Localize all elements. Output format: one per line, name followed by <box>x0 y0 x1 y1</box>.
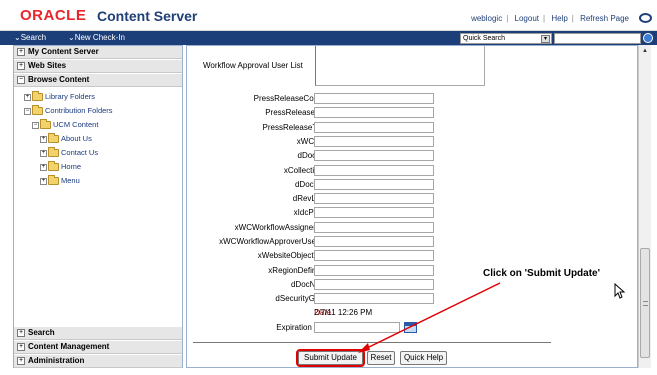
tree-item-ucm-content[interactable]: − UCM Content <box>32 119 98 130</box>
folder-icon <box>32 91 43 102</box>
scroll-thumb[interactable] <box>640 248 650 358</box>
tree-item-library-folders[interactable]: + Library Folders <box>24 91 95 102</box>
toolbar: ⌄Search ⌄New Check-In Quick Search ▾ <box>0 31 657 45</box>
divider <box>193 342 551 343</box>
expand-icon: + <box>17 343 25 351</box>
scrollbar[interactable]: ▲ <box>638 45 651 368</box>
help-link[interactable]: Help <box>551 14 567 23</box>
oracle-logo: ORACLE <box>20 7 87 24</box>
tree-item-contribution-folders[interactable]: − Contribution Folders <box>24 105 113 116</box>
folder-icon <box>48 161 59 172</box>
field-input[interactable] <box>314 193 434 204</box>
collapse-icon: − <box>24 107 31 115</box>
mouse-cursor-icon <box>614 283 626 299</box>
field-input[interactable] <box>314 207 434 218</box>
grip-icon <box>643 301 648 306</box>
expand-icon: + <box>17 357 25 365</box>
app-header: ORACLE Content Server weblogic | Logout | … <box>0 0 657 31</box>
top-nav: weblogic | Logout | Help | Refresh Page <box>471 14 629 23</box>
folder-icon <box>40 119 51 130</box>
search-menu[interactable]: ⌄Search <box>14 33 46 42</box>
collapse-icon: − <box>32 121 39 129</box>
workflow-approval-label: Workflow Approval User List <box>203 61 303 70</box>
sidebar-section-my-content-server[interactable]: + My Content Server <box>14 46 182 59</box>
field-input[interactable] <box>314 150 434 161</box>
new-checkin-menu[interactable]: ⌄New Check-In <box>68 33 125 42</box>
sidebar-section-browse-content[interactable]: − Browse Content <box>14 74 182 87</box>
sidebar-section-administration[interactable]: + Administration <box>14 355 182 368</box>
quick-help-button[interactable]: Quick Help <box>400 351 447 365</box>
tree-item-contact-us[interactable]: + Contact Us <box>40 147 98 158</box>
field-input[interactable] <box>314 122 434 133</box>
quick-search-input[interactable] <box>554 33 641 44</box>
collapse-icon: − <box>17 76 25 84</box>
submit-update-button[interactable]: Submit Update <box>296 349 365 367</box>
date-value: 2/7/11 12:26 PM <box>314 308 373 317</box>
expiration-date-input[interactable] <box>314 322 400 333</box>
field-input[interactable] <box>314 279 434 290</box>
sidebar-section-web-sites[interactable]: + Web Sites <box>14 60 182 73</box>
quick-search-select[interactable]: Quick Search ▾ <box>460 33 552 44</box>
folder-icon <box>48 133 59 144</box>
chevron-down-icon[interactable]: ▾ <box>541 35 550 43</box>
folder-icon <box>32 105 43 116</box>
main-pane: Workflow Approval User List PressRelease… <box>186 45 638 368</box>
logout-link[interactable]: Logout <box>515 14 539 23</box>
expand-icon: + <box>24 93 31 101</box>
tree-item-home[interactable]: + Home <box>40 161 81 172</box>
expand-icon: + <box>40 149 47 157</box>
field-input[interactable] <box>314 179 434 190</box>
folder-icon <box>48 175 59 186</box>
field-input[interactable] <box>314 250 434 261</box>
expand-icon: + <box>40 135 47 143</box>
field-input[interactable] <box>314 293 434 304</box>
expand-icon: + <box>40 163 47 171</box>
workflow-user-list-box[interactable] <box>315 46 485 86</box>
field-input[interactable] <box>314 107 434 118</box>
annotation-text: Click on 'Submit Update' <box>483 268 600 279</box>
sidebar-section-search[interactable]: + Search <box>14 327 182 340</box>
tree-item-about-us[interactable]: + About Us <box>40 133 92 144</box>
product-name: Content Server <box>97 8 198 24</box>
expand-icon: + <box>17 48 25 56</box>
user-link[interactable]: weblogic <box>471 14 502 23</box>
folder-icon <box>48 147 59 158</box>
field-input[interactable] <box>314 236 434 247</box>
field-input[interactable] <box>314 136 434 147</box>
tree-item-menu[interactable]: + Menu <box>40 175 80 186</box>
calendar-icon[interactable] <box>404 322 417 333</box>
field-input[interactable] <box>314 93 434 104</box>
oracle-oval-icon <box>639 13 652 23</box>
field-input[interactable] <box>314 222 434 233</box>
expand-icon: + <box>40 177 47 185</box>
expand-icon: + <box>17 329 25 337</box>
refresh-page-link[interactable]: Refresh Page <box>580 14 629 23</box>
field-input[interactable] <box>314 265 434 276</box>
search-go-icon[interactable] <box>643 33 653 43</box>
scroll-up-icon[interactable]: ▲ <box>642 48 648 54</box>
reset-button[interactable]: Reset <box>367 351 395 365</box>
field-input[interactable] <box>314 165 434 176</box>
sidebar: + My Content Server + Web Sites − Browse Co… <box>13 45 183 368</box>
sidebar-section-content-management[interactable]: + Content Management <box>14 341 182 354</box>
expand-icon: + <box>17 62 25 70</box>
